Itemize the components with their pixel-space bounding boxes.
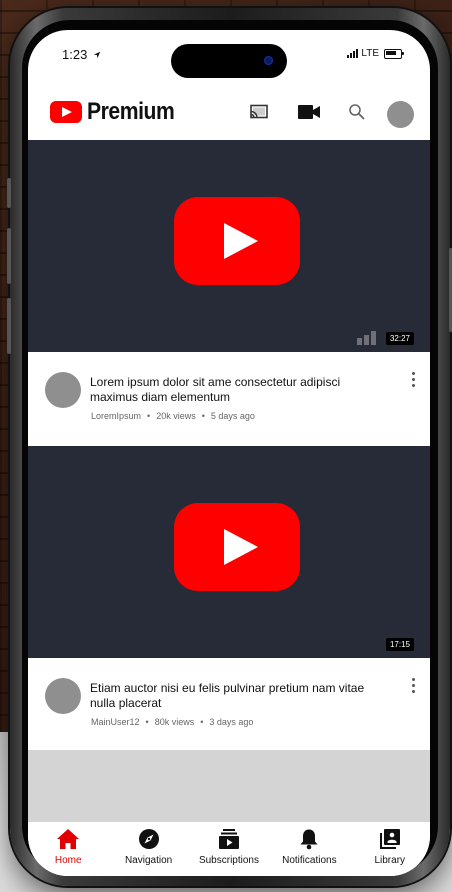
channel-avatar[interactable] <box>45 678 81 714</box>
video-metadata: MainUser12 • 80k views • 3 days ago <box>91 717 253 727</box>
video-camera-icon[interactable] <box>298 105 320 119</box>
compass-icon <box>136 826 162 852</box>
cast-icon[interactable] <box>249 104 269 120</box>
brand-label: Premium <box>87 98 175 125</box>
upload-age: 5 days ago <box>210 411 255 421</box>
library-icon <box>377 826 403 852</box>
video-thumbnail[interactable]: 32:27 <box>28 140 430 352</box>
home-icon <box>55 826 81 852</box>
tab-label: Subscriptions <box>198 855 259 866</box>
youtube-logo-icon <box>50 101 82 123</box>
more-options-icon[interactable] <box>412 678 416 696</box>
phone-frame: 1:23 LTE Premium 32:27 Lorem ipsum dolor… <box>7 8 452 886</box>
upload-age: 3 days ago <box>209 717 254 727</box>
more-options-icon[interactable] <box>412 372 416 390</box>
bell-icon <box>296 826 322 852</box>
duration-badge: 17:15 <box>385 638 414 651</box>
separator: • <box>147 411 151 421</box>
tab-subscriptions[interactable]: Subscriptions <box>190 826 268 866</box>
tab-label: Notifications <box>282 855 337 866</box>
video-title[interactable]: Etiam auctor nisi eu felis pulvinar pret… <box>90 681 370 711</box>
video-thumbnail[interactable]: 17:15 <box>28 446 430 658</box>
search-icon[interactable] <box>348 103 366 121</box>
tab-label: Navigation <box>124 855 173 866</box>
account-avatar[interactable] <box>387 101 414 128</box>
tab-label: Library <box>374 855 406 866</box>
video-title[interactable]: Lorem ipsum dolor sit ame consectetur ad… <box>90 375 370 405</box>
volume-up-button <box>7 228 11 284</box>
tab-notifications[interactable]: Notifications <box>270 826 348 866</box>
view-count: 80k views <box>154 717 195 727</box>
location-arrow-icon <box>93 51 101 59</box>
loading-placeholder <box>28 750 430 830</box>
network-label: LTE <box>361 48 379 59</box>
tab-navigation[interactable]: Navigation <box>110 826 188 866</box>
mute-switch <box>7 178 11 208</box>
play-icon[interactable] <box>174 503 300 591</box>
tab-library[interactable]: Library <box>351 826 429 866</box>
duration-badge: 32:27 <box>385 332 414 345</box>
screen: 1:23 LTE Premium 32:27 Lorem ipsum dolor… <box>28 30 430 876</box>
status-bar: 1:23 LTE <box>28 30 430 86</box>
youtube-premium-logo[interactable]: Premium <box>50 98 186 126</box>
video-info[interactable]: Lorem ipsum dolor sit ame consectetur ad… <box>28 352 430 446</box>
play-icon[interactable] <box>174 197 300 285</box>
tab-label: Home <box>54 855 82 866</box>
video-metadata: LoremIpsum • 20k views • 5 days ago <box>91 411 255 421</box>
separator: • <box>145 717 149 727</box>
signal-strength-icon <box>357 331 376 345</box>
separator: • <box>200 717 204 727</box>
dynamic-island <box>171 44 287 78</box>
status-time: 1:23 <box>62 47 101 62</box>
battery-icon <box>384 48 404 59</box>
bottom-tab-bar: Home Navigation Subscriptions Notificati… <box>28 822 430 876</box>
front-camera <box>264 56 273 65</box>
channel-name[interactable]: LoremIpsum <box>91 411 141 421</box>
video-info[interactable]: Etiam auctor nisi eu felis pulvinar pret… <box>28 658 430 752</box>
status-indicators: LTE <box>347 48 404 59</box>
signal-icon <box>347 49 359 58</box>
volume-down-button <box>7 298 11 354</box>
separator: • <box>201 411 205 421</box>
channel-name[interactable]: MainUser12 <box>91 717 140 727</box>
subscriptions-icon <box>216 826 242 852</box>
app-bar: Premium <box>28 86 430 140</box>
view-count: 20k views <box>156 411 196 421</box>
channel-avatar[interactable] <box>45 372 81 408</box>
tab-home[interactable]: Home <box>29 826 107 866</box>
